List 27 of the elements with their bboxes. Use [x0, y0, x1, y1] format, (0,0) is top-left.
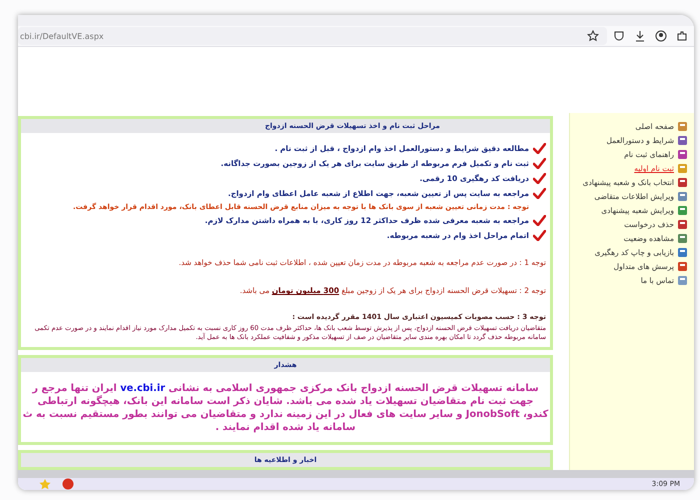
checkmark-icon	[533, 158, 546, 170]
page-icon	[677, 163, 688, 174]
page-icon	[677, 135, 688, 146]
puzzle-icon[interactable]	[676, 30, 688, 42]
page-icon	[677, 121, 688, 132]
star-icon[interactable]	[587, 30, 599, 42]
page-icon	[677, 247, 688, 258]
circle-icon[interactable]	[62, 478, 74, 490]
page-icon	[677, 233, 688, 244]
download-icon[interactable]	[634, 30, 646, 42]
page-icon	[677, 205, 688, 216]
checkmark-icon	[533, 230, 546, 242]
address-bar[interactable]: cbi.ir/DefaultVE.aspx	[18, 27, 607, 46]
account-icon[interactable]	[655, 30, 667, 42]
page-icon	[677, 177, 688, 188]
checkmark-icon	[533, 173, 546, 184]
page-icon	[677, 191, 688, 202]
checkmark-icon	[533, 188, 546, 200]
checkmark-icon	[533, 215, 546, 226]
page-icon	[677, 219, 688, 230]
page-icon	[677, 149, 688, 160]
page-icon	[677, 275, 688, 286]
page-icon	[677, 261, 688, 272]
star-icon[interactable]	[38, 478, 52, 490]
shield-icon[interactable]	[613, 30, 625, 42]
checkmark-icon	[533, 143, 546, 154]
link[interactable]: ve.cbi.ir	[120, 382, 166, 394]
